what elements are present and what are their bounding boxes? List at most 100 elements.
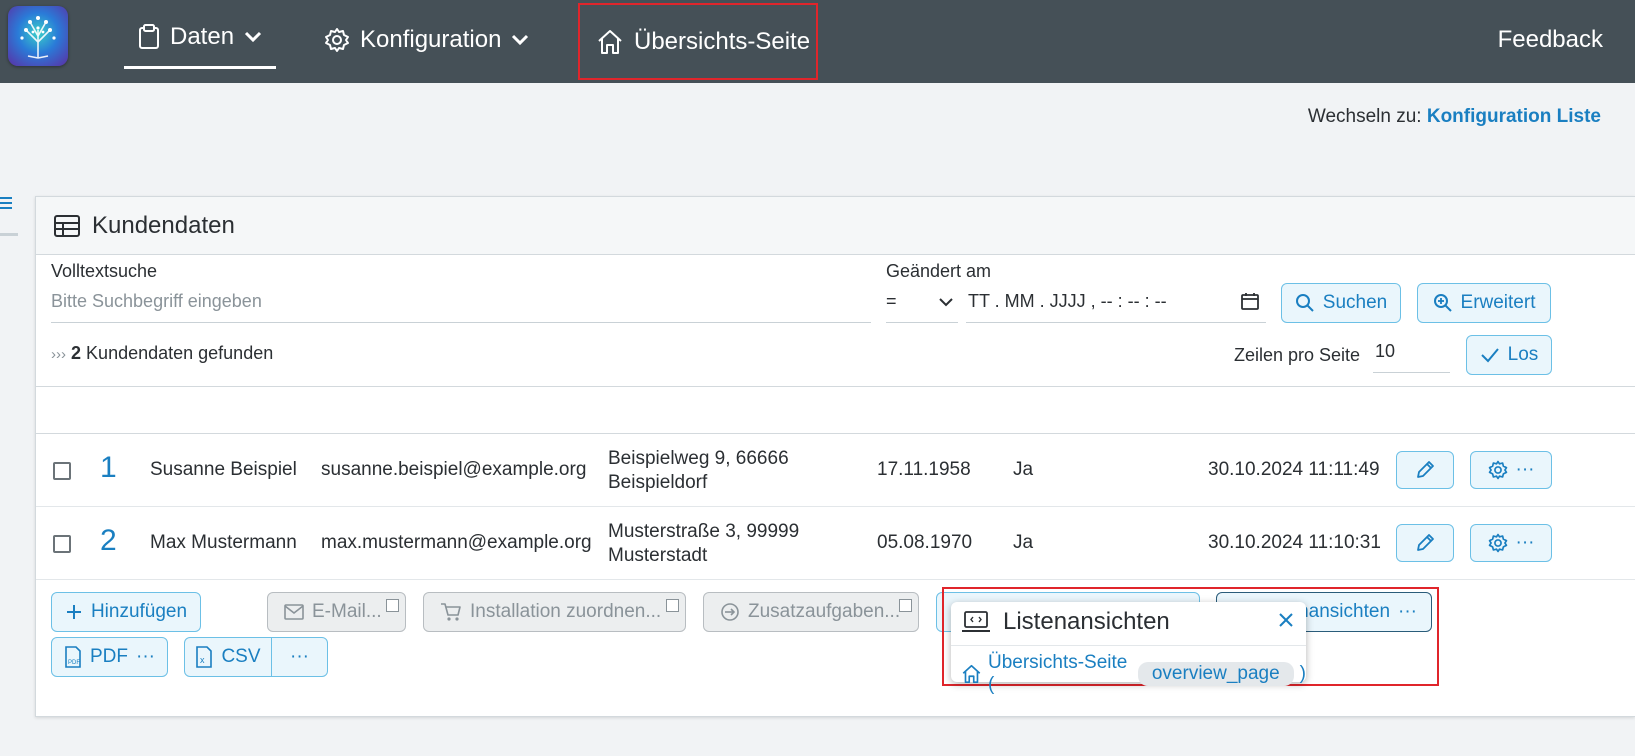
list-views-popup: Listenansichten Übersichts-Seite ( overv… [951, 602, 1306, 695]
row-checkbox[interactable] [53, 462, 71, 480]
feedback-link[interactable]: Feedback [1498, 0, 1603, 80]
install-select-checkbox[interactable] [666, 599, 679, 612]
fulltext-placeholder: Bitte Suchbegriff eingeben [51, 291, 262, 311]
popup-close-paren: ) [1299, 663, 1306, 684]
switch-link-konfiguration-liste[interactable]: Konfiguration Liste [1427, 106, 1601, 127]
csv-more-button[interactable]: ··· [271, 637, 328, 677]
gear-icon [325, 28, 349, 52]
chevron-down-icon [512, 34, 529, 46]
pdf-button-label: PDF [90, 646, 128, 667]
row-settings-button[interactable]: ··· [1470, 524, 1552, 562]
row-checkbox[interactable] [53, 535, 71, 553]
excel-file-icon: x [196, 646, 213, 668]
zoom-plus-icon [1433, 294, 1452, 312]
advanced-search-button[interactable]: Erweitert [1417, 283, 1551, 323]
popup-view-link[interactable]: Übersichts-Seite ( overview_page ) [961, 652, 1306, 696]
gear-icon [1488, 460, 1507, 480]
search-button-label: Suchen [1322, 292, 1388, 313]
csv-button-label: CSV [221, 646, 261, 667]
row-birthdate: 05.08.1970 [877, 532, 973, 553]
fulltext-search-input[interactable]: Bitte Suchbegriff eingeben [51, 291, 871, 323]
search-button[interactable]: Suchen [1281, 283, 1401, 323]
add-button-label: Hinzufügen [90, 601, 188, 622]
nav-daten[interactable]: Daten [124, 7, 276, 69]
add-button[interactable]: Hinzufügen [51, 592, 201, 632]
close-icon[interactable] [1278, 612, 1294, 628]
more-dots: ··· [136, 646, 155, 667]
popup-code-pill: overview_page [1137, 662, 1294, 686]
table-row: 1 Susanne Beispiel susanne.beispiel@exam… [36, 434, 1635, 507]
home-icon [598, 29, 622, 54]
laptop-code-icon [962, 611, 990, 632]
search-icon [1295, 294, 1314, 312]
operator-value: = [886, 291, 897, 311]
row-number[interactable]: 2 [100, 524, 117, 558]
popup-title: Listenansichten [961, 608, 1170, 636]
popup-link-label: Übersichts-Seite ( [987, 652, 1128, 695]
switch-prefix: Wechseln zu: [1307, 106, 1422, 127]
advanced-search-label: Erweitert [1460, 292, 1536, 313]
extra-select-checkbox[interactable] [899, 599, 912, 612]
table-row: 2 Max Mustermann max.mustermann@example.… [36, 507, 1635, 580]
divider [36, 386, 1635, 387]
operator-select[interactable]: = [886, 291, 958, 323]
install-assign-button[interactable]: Installation zuordnen... [423, 592, 686, 632]
row-email: susanne.beispiel@example.org [321, 459, 587, 480]
row-address: Beispielweg 9, 66666 Beispieldorf [608, 447, 789, 495]
panel-header: Kundendaten [36, 197, 1635, 255]
pdf-file-icon: PDF [65, 646, 81, 668]
date-time-input[interactable]: TT . MM . JJJJ , -- : -- : -- [966, 291, 1266, 323]
svg-text:x: x [200, 655, 205, 665]
gear-icon [1488, 533, 1507, 553]
email-select-checkbox[interactable] [386, 599, 399, 612]
arrow-circle-icon [721, 603, 739, 621]
row-flag: Ja [1013, 532, 1034, 553]
results-suffix: Kundendaten gefunden [86, 343, 274, 363]
changed-label: Geändert am [886, 261, 992, 281]
rows-per-page-input[interactable]: 10 [1373, 341, 1450, 373]
row-flag: Ja [1013, 459, 1034, 480]
chevron-down-icon [939, 298, 953, 307]
pencil-icon [1417, 534, 1434, 551]
edit-button[interactable] [1396, 524, 1454, 562]
nav-konfiguration-label: Konfiguration [360, 26, 502, 53]
row-settings-button[interactable]: ··· [1470, 451, 1552, 489]
row-address-line1: Beispielweg 9, 66666 [608, 448, 789, 469]
pencil-icon [1417, 461, 1434, 478]
row-name: Max Mustermann [150, 532, 297, 553]
tree-logo-icon [20, 16, 56, 59]
date-placeholder: TT . MM . JJJJ , -- : -- : -- [968, 291, 1167, 311]
nav-daten-label: Daten [170, 22, 235, 50]
row-address-line1: Musterstraße 3, 99999 [608, 521, 800, 542]
sidebar-toggle[interactable] [0, 194, 18, 236]
nav-konfiguration[interactable]: Konfiguration [324, 0, 529, 80]
more-dots: ··· [290, 646, 309, 667]
nav-uebersichts-seite[interactable]: Übersichts-Seite [578, 3, 818, 80]
go-button-label: Los [1507, 344, 1539, 365]
calendar-icon[interactable] [1240, 291, 1260, 311]
row-name: Susanne Beispiel [150, 459, 297, 480]
home-icon [962, 664, 981, 684]
csv-button[interactable]: x CSV [184, 637, 272, 677]
go-button[interactable]: Los [1466, 335, 1552, 375]
email-button[interactable]: E-Mail... [267, 592, 406, 632]
clipboard-icon [139, 23, 159, 49]
extra-tasks-button[interactable]: Zusatzaufgaben... [703, 592, 919, 632]
rows-per-page-value: 10 [1375, 341, 1396, 361]
row-address-line2: Musterstadt [608, 545, 708, 566]
results-count: ››› 2 Kundendaten gefunden [51, 343, 273, 364]
table-icon [54, 214, 80, 237]
chevron-down-icon [244, 31, 262, 42]
row-birthdate: 17.11.1958 [877, 459, 971, 480]
app-logo[interactable] [8, 6, 68, 66]
pdf-button[interactable]: PDF PDF ··· [51, 637, 168, 677]
fulltext-label: Volltextsuche [51, 261, 158, 281]
rows-per-page-label: Zeilen pro Seite [1234, 345, 1361, 365]
page-title: Kundendaten [92, 211, 235, 239]
popup-divider [951, 645, 1306, 646]
row-number[interactable]: 1 [100, 451, 117, 485]
row-timestamp: 30.10.2024 11:10:31 [1208, 532, 1381, 553]
more-dots: ··· [1515, 459, 1535, 480]
extra-tasks-label: Zusatzaufgaben... [748, 601, 901, 622]
edit-button[interactable] [1396, 451, 1454, 489]
